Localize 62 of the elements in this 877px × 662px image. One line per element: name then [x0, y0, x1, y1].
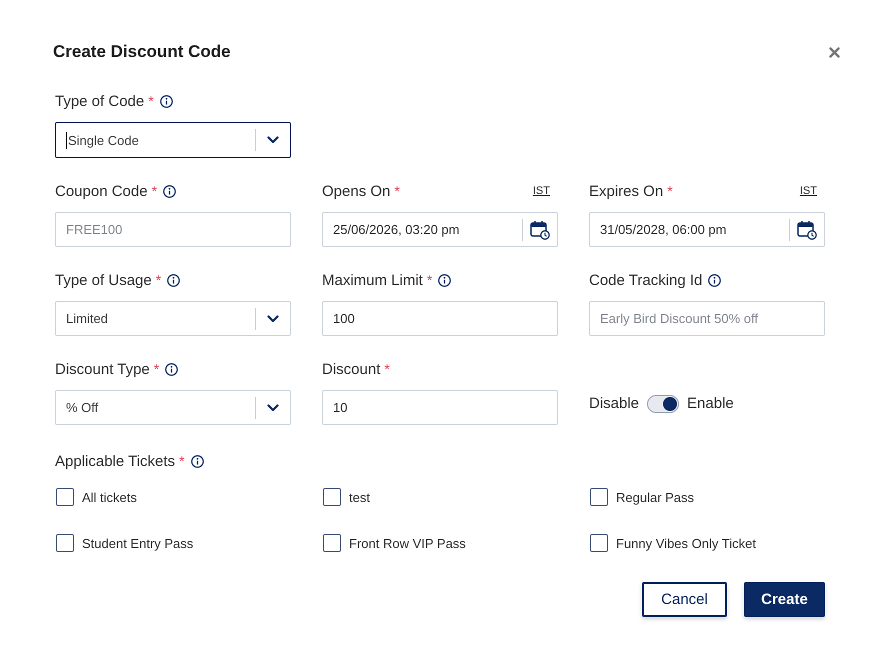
info-icon[interactable]: [160, 94, 173, 108]
checkbox-label[interactable]: All tickets: [82, 490, 137, 504]
required-mark: *: [384, 361, 390, 377]
info-icon[interactable]: [165, 362, 178, 376]
dropdown-field[interactable]: Single Code: [55, 122, 291, 158]
checkbox[interactable]: [590, 488, 608, 506]
checkbox-label[interactable]: Front Row VIP Pass: [349, 536, 466, 550]
field-label: Discount: [322, 360, 380, 378]
field-label: Discount Type: [55, 360, 150, 378]
checkbox[interactable]: [56, 488, 74, 506]
calendar-clock-icon[interactable]: [530, 220, 550, 240]
field-label: Opens On: [322, 182, 390, 200]
timezone-link[interactable]: IST: [532, 185, 550, 197]
toggle-label: Disable: [589, 395, 640, 412]
checkbox[interactable]: [323, 534, 341, 552]
text-field[interactable]: 10: [322, 390, 558, 425]
required-mark: *: [426, 272, 432, 288]
text-field[interactable]: 100: [322, 301, 558, 336]
timezone-link[interactable]: IST: [800, 185, 817, 197]
field-label: Applicable Tickets: [55, 452, 176, 470]
field-label: Maximum Limit: [322, 272, 423, 288]
checkbox-label[interactable]: Regular Pass: [616, 490, 694, 504]
required-mark: *: [152, 183, 158, 199]
calendar-clock-icon[interactable]: [797, 220, 817, 240]
dropdown-field[interactable]: % Off: [55, 390, 291, 425]
field-label: Code Tracking Id: [589, 272, 702, 288]
required-mark: *: [179, 453, 185, 469]
date-time-field[interactable]: 31/05/2028, 06:00 pm: [589, 212, 825, 247]
info-icon[interactable]: [190, 454, 204, 468]
chevron-down-icon[interactable]: [267, 136, 279, 144]
checkbox-label[interactable]: Funny Vibes Only Ticket: [616, 536, 756, 550]
text-field[interactable]: FREE100: [55, 212, 291, 247]
required-mark: *: [667, 183, 673, 199]
checkbox-label[interactable]: Student Entry Pass: [82, 536, 194, 550]
checkbox-label[interactable]: test: [349, 490, 370, 504]
field-label: Type of Code: [55, 92, 144, 110]
chevron-down-icon[interactable]: [267, 404, 279, 412]
date-time-field[interactable]: 25/06/2026, 03:20 pm: [322, 212, 558, 247]
toggle-label: Enable: [687, 395, 734, 412]
field-label: Expires On: [589, 182, 664, 200]
cancel-button[interactable]: Cancel: [642, 582, 727, 617]
text-field[interactable]: Early Bird Discount 50% off: [589, 301, 825, 336]
dropdown-field[interactable]: Limited: [55, 301, 291, 336]
chevron-down-icon[interactable]: [267, 314, 279, 322]
required-mark: *: [394, 183, 400, 199]
info-icon[interactable]: [163, 184, 176, 198]
info-icon[interactable]: [438, 274, 452, 286]
close-icon[interactable]: [829, 46, 840, 58]
toggle-switch[interactable]: [647, 394, 680, 412]
checkbox[interactable]: [590, 534, 608, 552]
info-icon[interactable]: [708, 274, 722, 286]
create-button[interactable]: Create: [744, 582, 825, 617]
info-icon[interactable]: [167, 274, 180, 286]
required-mark: *: [148, 93, 154, 109]
dialog-title: Create Discount Code: [53, 41, 231, 63]
field-label: Coupon Code: [55, 182, 148, 200]
checkbox[interactable]: [56, 534, 74, 552]
field-label: Type of Usage: [55, 272, 152, 288]
required-mark: *: [156, 272, 162, 288]
required-mark: *: [154, 361, 160, 377]
text-cursor-icon: [66, 132, 67, 148]
checkbox[interactable]: [323, 488, 341, 506]
